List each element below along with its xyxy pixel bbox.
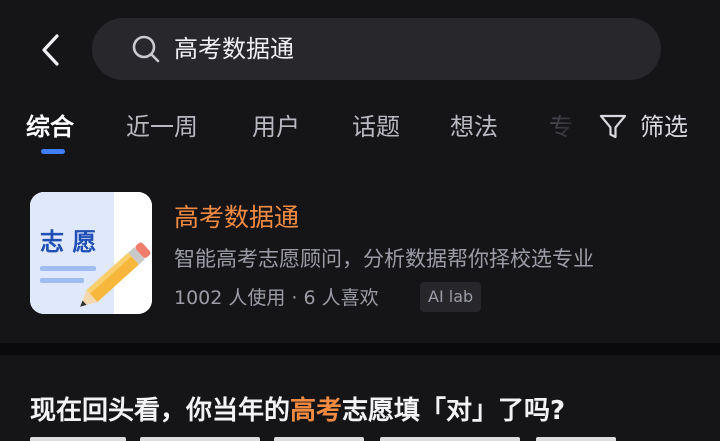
question-title[interactable]: 现在回头看，你当年的高考志愿填「对」了吗? <box>30 393 565 429</box>
truncated-text-line <box>30 437 630 441</box>
volunteer-form-pencil-icon: 志 愿 <box>30 192 152 314</box>
back-button[interactable] <box>36 28 68 72</box>
search-bar[interactable]: 高考数据通 <box>92 18 661 80</box>
tab-recent-week[interactable]: 近一周 <box>126 110 198 144</box>
app-description: 智能高考志愿顾问，分析数据帮你择校选专业 <box>174 247 594 271</box>
app-result-card[interactable]: 志 愿 高考数据通 智能高考志愿顾问，分析数据帮你择校选专业 1002 人使用 … <box>0 176 720 334</box>
tab-active-indicator <box>41 149 65 154</box>
app-icon[interactable]: 志 愿 <box>30 192 152 314</box>
search-icon <box>132 35 160 63</box>
app-icon-text: 志 愿 <box>40 228 96 256</box>
filter-icon <box>599 114 627 139</box>
section-divider <box>0 343 720 355</box>
tab-general[interactable]: 综合 <box>26 110 74 144</box>
question-card[interactable]: 现在回头看，你当年的高考志愿填「对」了吗? <box>0 355 720 441</box>
question-title-highlight: 高考 <box>290 396 343 426</box>
app-title[interactable]: 高考数据通 <box>174 200 299 236</box>
filter-label: 筛选 <box>640 113 688 141</box>
tab-topics[interactable]: 话题 <box>352 110 400 144</box>
tab-thoughts[interactable]: 想法 <box>450 110 498 144</box>
ai-lab-badge: AI lab <box>420 282 482 312</box>
question-title-prefix: 现在回头看，你当年的 <box>30 396 291 426</box>
search-input[interactable]: 高考数据通 <box>174 32 294 66</box>
question-title-suffix: 志愿填「对」了吗? <box>342 396 566 426</box>
top-bar: 高考数据通 <box>0 0 720 90</box>
tab-users[interactable]: 用户 <box>252 110 300 144</box>
chevron-left-icon <box>42 34 59 66</box>
app-stats: 1002 人使用 · 6 人喜欢 <box>174 287 379 309</box>
